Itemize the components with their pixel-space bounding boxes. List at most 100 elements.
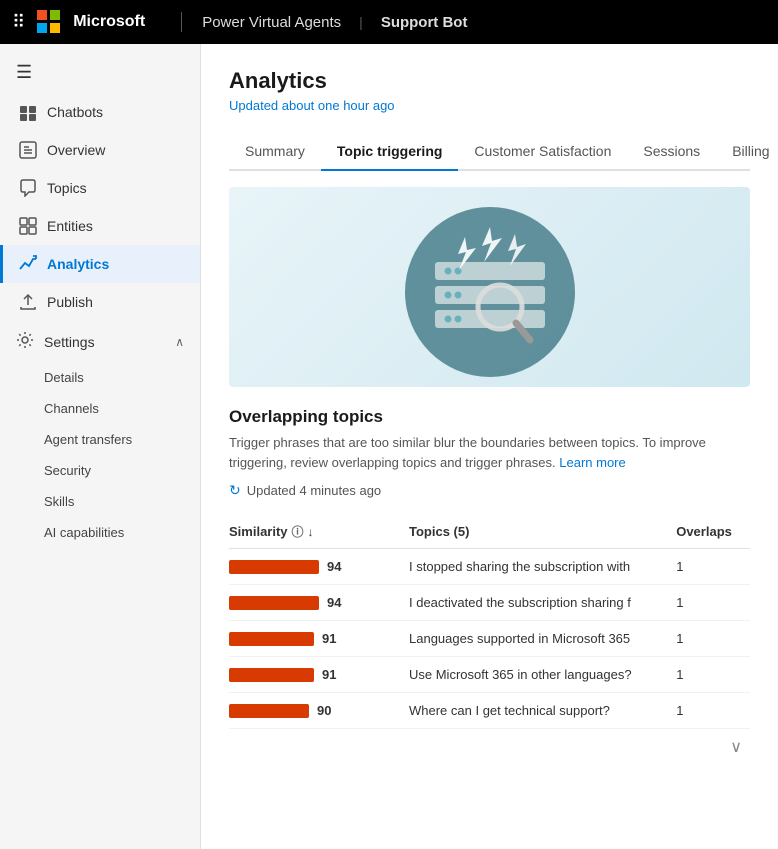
scroll-down-icon: ∨	[722, 729, 750, 765]
analytics-icon	[19, 255, 37, 273]
channels-label: Channels	[44, 401, 99, 416]
topic-illustration	[229, 187, 750, 387]
section-description: Trigger phrases that are too similar blu…	[229, 433, 750, 472]
page-title: Analytics	[229, 68, 750, 94]
sidebar-item-ai-capabilities[interactable]: AI capabilities	[44, 517, 200, 548]
sidebar-item-analytics[interactable]: Analytics	[0, 245, 200, 283]
sidebar-item-agent-transfers[interactable]: Agent transfers	[44, 424, 200, 455]
similarity-info-icon[interactable]: ⓘ	[292, 523, 304, 540]
sidebar-item-settings[interactable]: Settings ∧	[0, 321, 200, 362]
cell-bar-1: 94	[229, 585, 409, 621]
score-1: 94	[327, 595, 351, 610]
overview-label: Overview	[47, 142, 105, 158]
table-row[interactable]: 91 Languages supported in Microsoft 365 …	[229, 621, 750, 657]
grid-icon[interactable]: ⠿	[12, 12, 25, 33]
scroll-down-area: ∨	[229, 729, 750, 765]
sidebar-item-topics[interactable]: Topics	[0, 169, 200, 207]
cell-overlaps-0: 1	[676, 549, 750, 585]
details-label: Details	[44, 370, 84, 385]
settings-icon	[16, 331, 34, 352]
score-2: 91	[322, 631, 346, 646]
similarity-bar-1	[229, 596, 319, 610]
cell-bar-0: 94	[229, 549, 409, 585]
sidebar-item-details[interactable]: Details	[44, 362, 200, 393]
score-0: 94	[327, 559, 351, 574]
publish-icon	[19, 293, 37, 311]
refresh-row: ↻ Updated 4 minutes ago	[229, 482, 750, 499]
sidebar-item-publish[interactable]: Publish	[0, 283, 200, 321]
pipe-divider: |	[359, 14, 363, 30]
table-row[interactable]: 94 I deactivated the subscription sharin…	[229, 585, 750, 621]
sidebar-item-chatbots[interactable]: Chatbots	[0, 93, 200, 131]
table-row[interactable]: 94 I stopped sharing the subscription wi…	[229, 549, 750, 585]
app-label: Power Virtual Agents	[202, 14, 341, 31]
sidebar: ☰ Chatbots Overview Topics Entities	[0, 44, 201, 849]
sidebar-item-security[interactable]: Security	[44, 455, 200, 486]
similarity-bar-4	[229, 704, 309, 718]
col-similarity: Similarity ⓘ ↓	[229, 515, 409, 549]
col-overlaps: Overlaps	[676, 515, 750, 549]
agent-transfers-label: Agent transfers	[44, 432, 132, 447]
skills-label: Skills	[44, 494, 74, 509]
cell-bar-4: 90	[229, 693, 409, 729]
main-content: Analytics Updated about one hour ago Sum…	[201, 44, 778, 849]
tab-billing[interactable]: Billing	[716, 133, 778, 171]
entities-label: Entities	[47, 218, 93, 234]
cell-topic-0[interactable]: I stopped sharing the subscription with	[409, 549, 676, 585]
topics-icon	[19, 179, 37, 197]
tab-summary[interactable]: Summary	[229, 133, 321, 171]
analytics-tabs: Summary Topic triggering Customer Satisf…	[229, 133, 750, 171]
overview-icon	[19, 141, 37, 159]
cell-topic-4[interactable]: Where can I get technical support?	[409, 693, 676, 729]
cell-topic-2[interactable]: Languages supported in Microsoft 365	[409, 621, 676, 657]
publish-label: Publish	[47, 294, 93, 310]
similarity-bar-3	[229, 668, 314, 682]
similarity-bar-0	[229, 560, 319, 574]
topbar-divider	[181, 12, 182, 32]
chatbots-icon	[19, 103, 37, 121]
cell-topic-1[interactable]: I deactivated the subscription sharing f	[409, 585, 676, 621]
hamburger-button[interactable]: ☰	[0, 52, 200, 93]
cell-overlaps-3: 1	[676, 657, 750, 693]
cell-overlaps-4: 1	[676, 693, 750, 729]
cell-bar-3: 91	[229, 657, 409, 693]
score-4: 90	[317, 703, 341, 718]
score-3: 91	[322, 667, 346, 682]
data-table: Similarity ⓘ ↓ Topics (5) Overlaps	[229, 515, 750, 729]
col-topics: Topics (5)	[409, 515, 676, 549]
security-label: Security	[44, 463, 91, 478]
ms-label: Microsoft	[73, 13, 145, 31]
cell-overlaps-1: 1	[676, 585, 750, 621]
topics-label: Topics	[47, 180, 87, 196]
entities-icon	[19, 217, 37, 235]
tab-customer-satisfaction[interactable]: Customer Satisfaction	[458, 133, 627, 171]
cell-bar-2: 91	[229, 621, 409, 657]
ms-logo	[37, 10, 61, 34]
overlapping-topics-table: Similarity ⓘ ↓ Topics (5) Overlaps	[229, 515, 750, 729]
refresh-icon: ↻	[229, 482, 241, 499]
sidebar-item-skills[interactable]: Skills	[44, 486, 200, 517]
learn-more-link[interactable]: Learn more	[559, 455, 625, 470]
topbar: ⠿ Microsoft Power Virtual Agents | Suppo…	[0, 0, 778, 44]
sidebar-item-channels[interactable]: Channels	[44, 393, 200, 424]
tab-topic-triggering[interactable]: Topic triggering	[321, 133, 459, 171]
similarity-sort-icon[interactable]: ↓	[308, 525, 314, 539]
section-title: Overlapping topics	[229, 407, 750, 427]
analytics-label: Analytics	[47, 256, 109, 272]
settings-submenu: Details Channels Agent transfers Securit…	[0, 362, 200, 548]
tab-sessions[interactable]: Sessions	[627, 133, 716, 171]
chatbots-label: Chatbots	[47, 104, 103, 120]
refresh-label: Updated 4 minutes ago	[247, 483, 381, 498]
table-row[interactable]: 90 Where can I get technical support? 1	[229, 693, 750, 729]
similarity-bar-2	[229, 632, 314, 646]
illustration-svg	[360, 192, 620, 382]
sidebar-item-overview[interactable]: Overview	[0, 131, 200, 169]
settings-label: Settings	[44, 334, 95, 350]
sidebar-item-entities[interactable]: Entities	[0, 207, 200, 245]
cell-topic-3[interactable]: Use Microsoft 365 in other languages?	[409, 657, 676, 693]
table-row[interactable]: 91 Use Microsoft 365 in other languages?…	[229, 657, 750, 693]
ai-capabilities-label: AI capabilities	[44, 525, 124, 540]
settings-chevron-icon: ∧	[175, 335, 184, 349]
bot-label: Support Bot	[381, 14, 468, 31]
updated-text: Updated about one hour ago	[229, 98, 750, 113]
